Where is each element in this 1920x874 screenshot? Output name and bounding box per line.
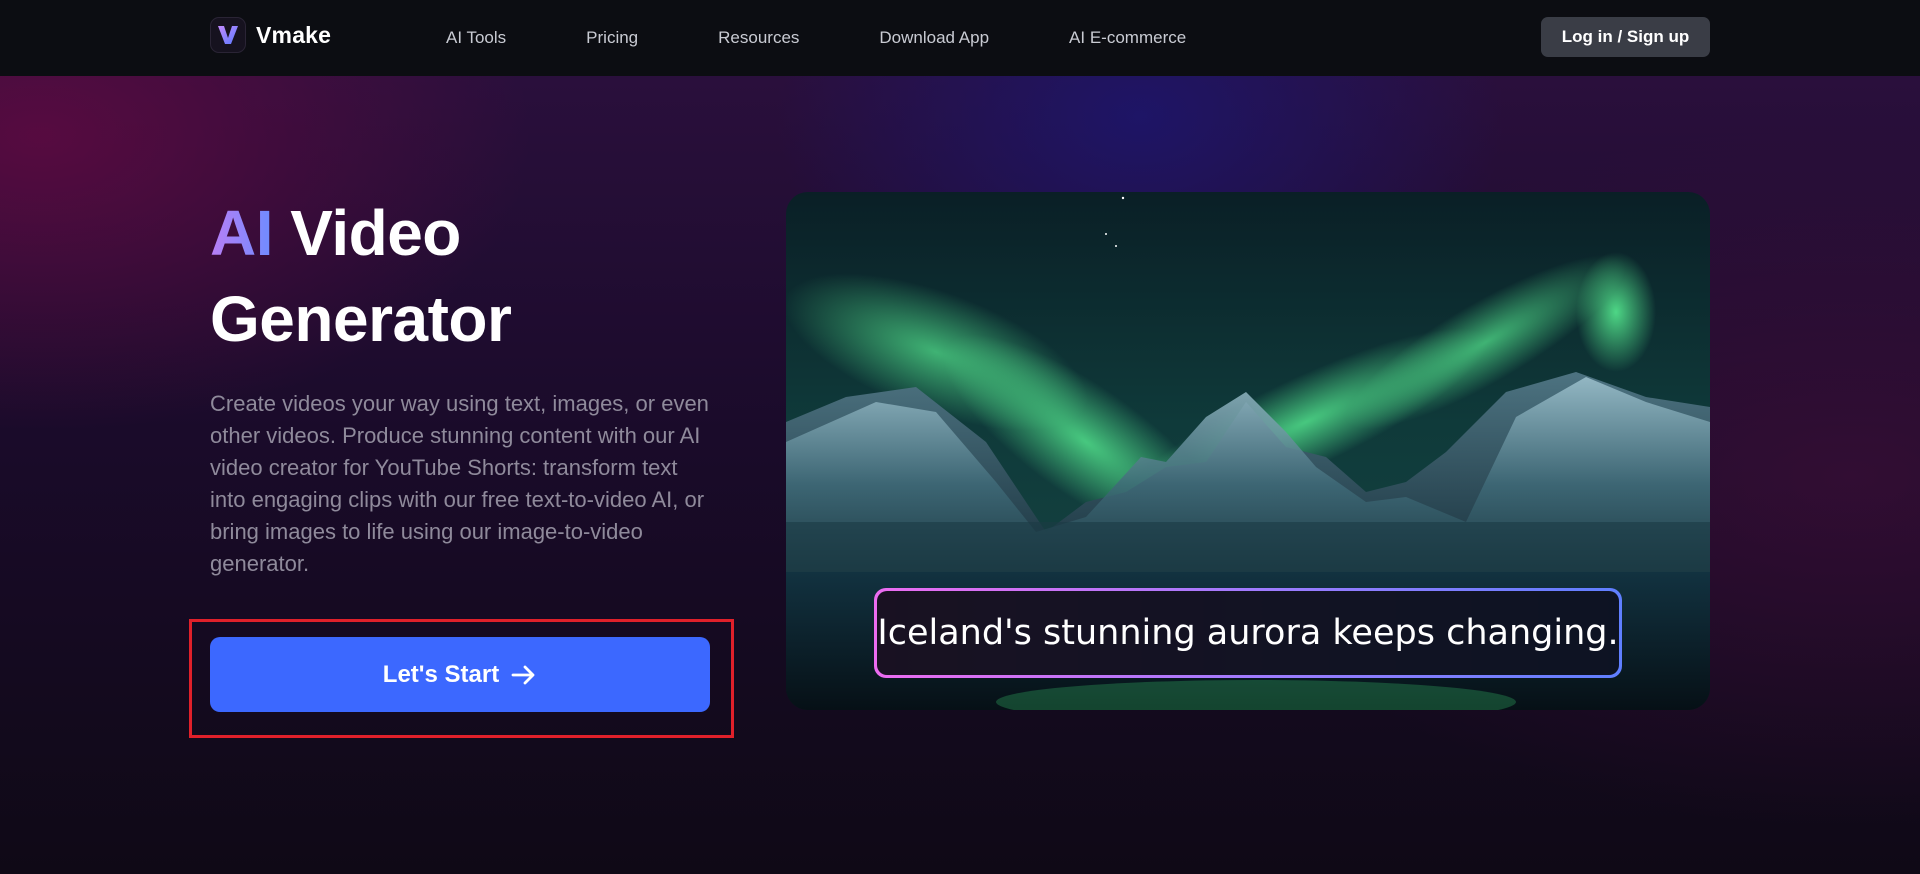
nav-pricing[interactable]: Pricing xyxy=(586,28,638,48)
caption-box: Iceland's stunning aurora keeps changing… xyxy=(874,588,1622,678)
title-accent: AI xyxy=(210,197,274,269)
page-title: AI Video Generator xyxy=(210,190,512,362)
top-nav: Vmake AI Tools Pricing Resources Downloa… xyxy=(0,0,1920,76)
nav-links: AI Tools Pricing Resources Download App … xyxy=(446,0,1266,76)
arrow-right-icon xyxy=(511,665,535,684)
caption-text: Iceland's stunning aurora keeps changing… xyxy=(877,591,1619,675)
login-signup-button[interactable]: Log in / Sign up xyxy=(1541,17,1710,57)
title-word-video: Video xyxy=(290,197,461,269)
vmake-logo-icon xyxy=(210,17,246,53)
nav-resources[interactable]: Resources xyxy=(718,28,799,48)
brand-name: Vmake xyxy=(256,21,332,48)
title-word-generator: Generator xyxy=(210,283,512,355)
video-preview[interactable]: Iceland's stunning aurora keeps changing… xyxy=(786,192,1710,710)
brand-logo[interactable]: Vmake xyxy=(210,17,331,53)
lets-start-label: Let's Start xyxy=(382,660,500,688)
nav-ai-ecommerce[interactable]: AI E-commerce xyxy=(1069,28,1186,48)
hero-section: AI Video Generator Create videos your way… xyxy=(0,76,1920,874)
lets-start-button[interactable]: Let's Start xyxy=(210,637,710,712)
nav-download-app[interactable]: Download App xyxy=(879,28,989,48)
nav-ai-tools[interactable]: AI Tools xyxy=(446,28,506,48)
hero-description: Create videos your way using text, image… xyxy=(210,391,709,576)
